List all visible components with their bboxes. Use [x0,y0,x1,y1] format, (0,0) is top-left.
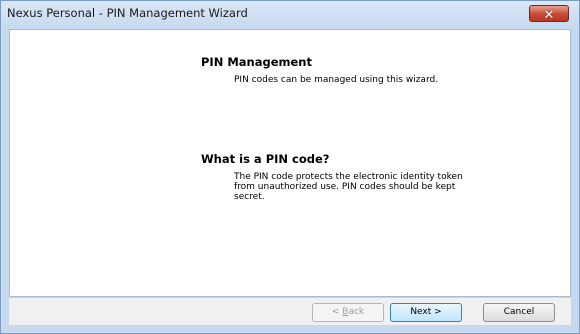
button-bar: < Back Next > Cancel [9,297,571,325]
section-text-pin-management: PIN codes can be managed using this wiza… [234,75,439,85]
wizard-content: PIN Management PIN codes can be managed … [9,29,571,297]
cancel-button[interactable]: Cancel [483,303,555,322]
section-text-what-is-pin: The PIN code protects the electronic ide… [234,172,524,202]
title-bar[interactable]: Nexus Personal - PIN Management Wizard ✕ [1,1,579,29]
close-button[interactable]: ✕ [529,5,569,23]
back-button-prefix: < [331,307,343,317]
back-button-rest: ack [348,307,365,317]
close-icon: ✕ [543,8,555,23]
text-line: from unauthorized use. PIN codes should … [234,182,456,192]
back-button[interactable]: < Back [312,303,384,322]
section-heading-what-is-pin: What is a PIN code? [201,152,330,166]
wizard-window: Nexus Personal - PIN Management Wizard ✕… [0,0,580,334]
text-line: secret. [234,192,265,202]
window-title: Nexus Personal - PIN Management Wizard [7,6,248,20]
section-heading-pin-management: PIN Management [201,55,312,69]
next-button[interactable]: Next > [390,303,462,322]
text-line: The PIN code protects the electronic ide… [234,172,463,182]
